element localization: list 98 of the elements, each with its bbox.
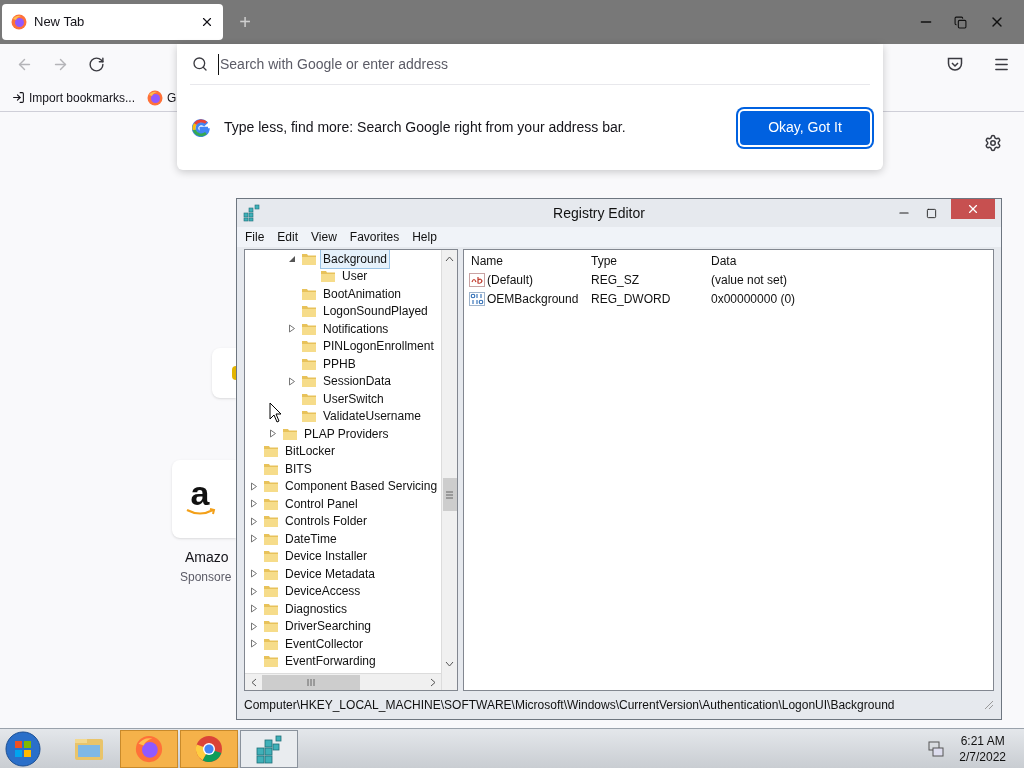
tree-item[interactable]: EventForwarding — [282, 651, 379, 672]
status-path: Computer\HKEY_LOCAL_MACHINE\SOFTWARE\Microsoft\Windows\CurrentVersion\Authentication\LogonUI\Background — [244, 696, 896, 714]
folder-icon — [263, 566, 279, 581]
expand-arrow-icon[interactable] — [250, 516, 258, 526]
folder-icon — [263, 496, 279, 511]
shortcut-title: Amazo — [185, 548, 229, 567]
folder-icon — [301, 304, 317, 319]
value-data: 0x00000000 (0) — [711, 290, 796, 308]
clock-date[interactable]: 2/7/2022 — [959, 748, 1006, 765]
folder-icon — [301, 251, 317, 266]
settings-icon[interactable] — [984, 134, 1002, 152]
expand-arrow-icon[interactable] — [250, 534, 258, 544]
browser-tab[interactable]: New Tab — [2, 4, 223, 40]
menu-item[interactable]: View — [311, 228, 337, 246]
expand-arrow-icon[interactable] — [250, 621, 258, 631]
folder-icon — [263, 636, 279, 651]
cubes-icon — [254, 733, 284, 764]
folder-icon — [301, 339, 317, 354]
value-type: REG_SZ — [591, 271, 640, 289]
folder-icon — [263, 619, 279, 634]
pocket-icon[interactable] — [947, 56, 963, 72]
address-field[interactable]: Search with Google or enter address — [218, 53, 870, 75]
shortcut-subtitle: Sponsore — [180, 569, 232, 586]
shortcut-tile[interactable]: a — [172, 460, 236, 538]
folder-icon — [320, 269, 336, 284]
bookmark-link[interactable]: G — [147, 88, 177, 107]
close-icon[interactable] — [200, 15, 214, 29]
folder-icon — [263, 601, 279, 616]
folder-icon — [301, 286, 317, 301]
amazon-logo: a — [190, 476, 211, 510]
folder-icon — [263, 461, 279, 476]
import-icon — [12, 91, 25, 104]
expand-arrow-icon[interactable] — [288, 324, 296, 334]
taskbar-app-button[interactable] — [120, 729, 178, 768]
expand-arrow-icon[interactable] — [250, 639, 258, 649]
folder-icon — [263, 549, 279, 564]
expand-arrow-icon[interactable] — [250, 569, 258, 579]
search-icon — [192, 56, 208, 72]
menu-item[interactable]: Edit — [277, 228, 299, 246]
start-button[interactable] — [4, 729, 42, 768]
menu-item[interactable]: Favorites — [349, 228, 400, 246]
smile-arrow-icon — [186, 508, 216, 516]
firefox-icon — [135, 734, 163, 763]
taskbar-app-button[interactable] — [240, 729, 298, 768]
column-header[interactable]: Data — [711, 252, 911, 270]
column-header[interactable]: Name — [471, 252, 591, 270]
mouse-cursor-icon — [269, 402, 283, 424]
folder-icon — [263, 514, 279, 529]
menu-item[interactable]: File — [245, 228, 265, 246]
tree-item[interactable]: Background — [320, 250, 391, 269]
folder-icon — [301, 356, 317, 371]
suggestion-message: Type less, find more: Search Google right from your address bar. — [224, 118, 627, 137]
value-data: (value not set) — [711, 271, 788, 289]
binary-value-icon — [469, 291, 485, 306]
scroll-thumb[interactable] — [442, 478, 457, 511]
expand-arrow-icon[interactable] — [250, 586, 258, 596]
expand-arrow-icon[interactable] — [250, 499, 258, 509]
tab-title: New Tab — [34, 13, 86, 32]
firefox-icon — [147, 89, 164, 106]
bookmark-link[interactable]: Import bookmarks... — [12, 88, 136, 107]
column-header[interactable]: Type — [591, 252, 711, 270]
expand-arrow-icon[interactable] — [250, 481, 258, 491]
folder-icon — [263, 531, 279, 546]
reload-icon — [87, 55, 105, 73]
resize-grip-icon[interactable] — [984, 699, 994, 710]
window-title: Registry Editor — [552, 203, 646, 223]
clock-time[interactable]: 6:21 AM — [960, 732, 1005, 749]
expand-arrow-icon[interactable] — [288, 376, 296, 386]
maximize-icon[interactable] — [926, 207, 937, 219]
shortcut-tile[interactable] — [212, 348, 236, 398]
firefox-icon — [11, 14, 27, 30]
horizontal-scrollbar[interactable] — [245, 673, 441, 690]
restore-icon[interactable] — [954, 15, 967, 29]
folder-icon — [263, 654, 279, 669]
folder-icon — [301, 321, 317, 336]
menu-item[interactable]: Help — [412, 228, 437, 246]
value-type: REG_DWORD — [591, 290, 672, 308]
expand-arrow-icon[interactable] — [250, 604, 258, 614]
folder-icon — [263, 444, 279, 459]
folder-icon — [301, 391, 317, 406]
close-icon — [966, 202, 980, 216]
taskbar-app-button[interactable] — [180, 729, 238, 768]
folder-icon — [263, 584, 279, 599]
cubes-icon — [243, 204, 261, 222]
vertical-scrollbar[interactable] — [441, 250, 457, 690]
chrome-icon — [195, 734, 223, 763]
folder-icon — [263, 479, 279, 494]
expand-arrow-icon[interactable] — [269, 429, 277, 439]
folder-icon — [282, 426, 298, 441]
google-icon — [192, 118, 210, 137]
shortcut-icon — [232, 366, 236, 380]
value-name[interactable]: (Default) — [487, 270, 533, 289]
scroll-thumb[interactable] — [262, 674, 360, 690]
folder-icon — [301, 374, 317, 389]
collapse-arrow-icon[interactable] — [288, 254, 296, 263]
value-name[interactable]: OEMBackground — [487, 289, 579, 308]
string-value-icon — [469, 272, 485, 287]
folder-icon — [301, 409, 317, 424]
